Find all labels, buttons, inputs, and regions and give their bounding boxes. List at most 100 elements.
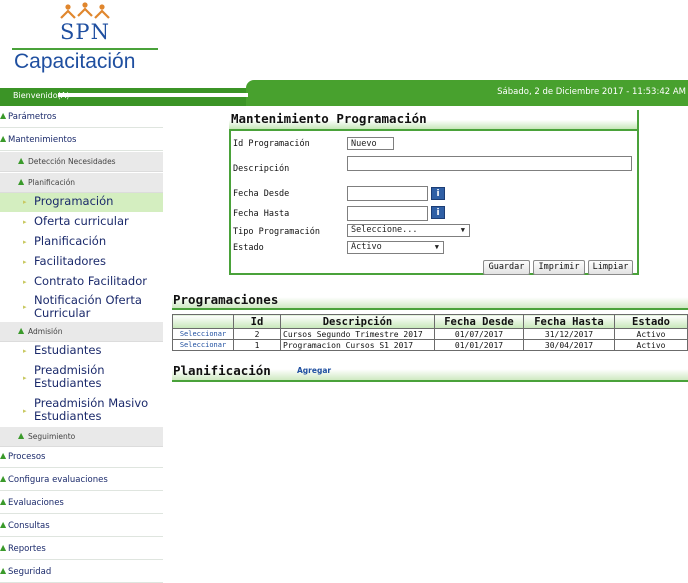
menu-label: Facilitadores (34, 254, 106, 268)
descripcion-field[interactable] (347, 156, 632, 171)
column-header[interactable]: Estado (614, 314, 688, 329)
menu-label: Detección Necesidades (28, 157, 116, 166)
column-header[interactable]: Fecha Desde (434, 314, 524, 329)
dropdown-arrow-icon: ▼ (434, 243, 439, 251)
menu-evaluaciones[interactable]: ▲ Evaluaciones (0, 494, 163, 514)
menu-programacion[interactable]: ▸ Programación (0, 193, 163, 212)
people-icon: ▲ (0, 566, 7, 575)
estado-select[interactable]: Activo ▼ (347, 241, 444, 254)
planificacion-title: Planificación (173, 363, 271, 378)
menu-notificacion-oferta[interactable]: ▸ Notificación Oferta Curricular (0, 292, 163, 322)
chevron-right-icon: ▸ (23, 238, 27, 246)
fecha-hasta-label: Fecha Hasta (233, 209, 290, 219)
agregar-link[interactable]: Agregar (297, 366, 331, 375)
menu-label: Configura evaluaciones (8, 475, 108, 485)
menu-label: Mantenimientos (8, 135, 77, 145)
menu-estudiantes[interactable]: ▸ Estudiantes (0, 342, 163, 361)
menu-label: Estudiantes (34, 343, 102, 357)
tipo-programacion-select[interactable]: Seleccione... ▼ (347, 224, 470, 237)
chevron-right-icon: ▸ (23, 303, 27, 311)
menu-label: Reportes (8, 544, 46, 554)
guardar-button[interactable]: Guardar (483, 260, 530, 275)
chevron-right-icon: ▸ (23, 258, 27, 266)
app-title: Capacitación (14, 50, 136, 73)
table-row: Seleccionar 2 Cursos Segundo Trimestre 2… (172, 328, 688, 340)
menu-seguridad[interactable]: ▲ Seguridad (0, 563, 163, 583)
menu-label: Seguimiento (28, 432, 76, 441)
cell-id: 2 (233, 328, 281, 340)
seleccionar-link[interactable]: Seleccionar (172, 339, 234, 351)
logo-brand: SPN (60, 20, 110, 44)
cell-estado: Activo (614, 339, 688, 351)
calendar-icon[interactable]: i (431, 206, 445, 219)
cell-id: 1 (233, 339, 281, 351)
menu-label: Preadmisión Masivo Estudiantes (34, 396, 149, 423)
people-icon: ▲ (18, 156, 25, 165)
menu-mantenimientos[interactable]: ▲ Mantenimientos (0, 131, 163, 151)
menu-label: Seguridad (8, 567, 52, 577)
menu-label: Contrato Facilitador (34, 274, 147, 288)
menu-preadmision-masivo[interactable]: ▸ Preadmisión Masivo Estudiantes (0, 395, 163, 427)
column-header (172, 314, 234, 329)
column-header[interactable]: Fecha Hasta (523, 314, 615, 329)
user-name-redacted (58, 93, 248, 97)
menu-label: Evaluaciones (8, 498, 64, 508)
people-logo-icon (60, 2, 110, 19)
menu-preadmision-estudiantes[interactable]: ▸ Preadmisión Estudiantes (0, 362, 163, 394)
column-header[interactable]: Descripción (280, 314, 435, 329)
select-value: Seleccione... (351, 225, 418, 235)
select-value: Activo (351, 242, 382, 252)
column-header[interactable]: Id (233, 314, 281, 329)
people-icon: ▲ (18, 326, 25, 335)
cell-descripcion: Programacion Cursos S1 2017 (280, 339, 435, 351)
fecha-desde-field[interactable] (347, 186, 428, 201)
limpiar-button[interactable]: Limpiar (588, 260, 633, 275)
chevron-right-icon: ▸ (23, 347, 27, 355)
menu-consultas[interactable]: ▲ Consultas (0, 517, 163, 537)
calendar-icon[interactable]: i (431, 187, 445, 200)
menu-label: Preadmisión Estudiantes (34, 363, 105, 390)
menu-planificacion-group[interactable]: ▲ Planificación (0, 173, 163, 193)
people-icon: ▲ (0, 111, 7, 120)
cell-fecha-desde: 01/01/2017 (434, 339, 524, 351)
id-programacion-field[interactable]: Nuevo (347, 137, 394, 150)
cell-estado: Activo (614, 328, 688, 340)
menu-configura-evaluaciones[interactable]: ▲ Configura evaluaciones (0, 471, 163, 491)
chevron-right-icon: ▸ (23, 407, 27, 415)
menu-label: Consultas (8, 521, 50, 531)
menu-deteccion-necesidades[interactable]: ▲ Detección Necesidades (0, 152, 163, 172)
people-icon: ▲ (0, 543, 7, 552)
cell-descripcion: Cursos Segundo Trimestre 2017 (280, 328, 435, 340)
app-logo: SPN Capacitación (12, 2, 158, 76)
people-icon: ▲ (18, 177, 25, 186)
seleccionar-link[interactable]: Seleccionar (172, 328, 234, 340)
menu-seguimiento-group[interactable]: ▲ Seguimiento (0, 427, 163, 447)
menu-facilitadores[interactable]: ▸ Facilitadores (0, 253, 163, 272)
menu-parametros[interactable]: ▲ Parámetros (0, 108, 163, 128)
cell-fecha-hasta: 31/12/2017 (523, 328, 615, 340)
menu-admision-group[interactable]: ▲ Admisión (0, 322, 163, 342)
menu-planificacion[interactable]: ▸ Planificación (0, 233, 163, 252)
people-icon: ▲ (0, 520, 7, 529)
people-icon: ▲ (0, 451, 7, 460)
fecha-desde-label: Fecha Desde (233, 189, 290, 199)
cell-fecha-hasta: 30/04/2017 (523, 339, 615, 351)
menu-label: Programación (34, 194, 114, 208)
people-icon: ▲ (0, 497, 7, 506)
table-row: Seleccionar 1 Programacion Cursos S1 201… (172, 339, 688, 351)
chevron-right-icon: ▸ (23, 198, 27, 206)
menu-contrato-facilitador[interactable]: ▸ Contrato Facilitador (0, 273, 163, 292)
people-icon: ▲ (0, 474, 7, 483)
estado-label: Estado (233, 243, 264, 253)
menu-label: Planificación (34, 234, 107, 248)
menu-reportes[interactable]: ▲ Reportes (0, 540, 163, 560)
chevron-right-icon: ▸ (23, 374, 27, 382)
chevron-right-icon: ▸ (23, 278, 27, 286)
descripcion-label: Descripción (233, 164, 290, 174)
programaciones-table: Id Descripción Fecha Desde Fecha Hasta E… (172, 314, 688, 351)
imprimir-button[interactable]: Imprimir (533, 260, 585, 275)
menu-oferta-curricular[interactable]: ▸ Oferta curricular (0, 213, 163, 232)
people-icon: ▲ (0, 134, 7, 143)
fecha-hasta-field[interactable] (347, 206, 428, 221)
menu-procesos[interactable]: ▲ Procesos (0, 448, 163, 468)
